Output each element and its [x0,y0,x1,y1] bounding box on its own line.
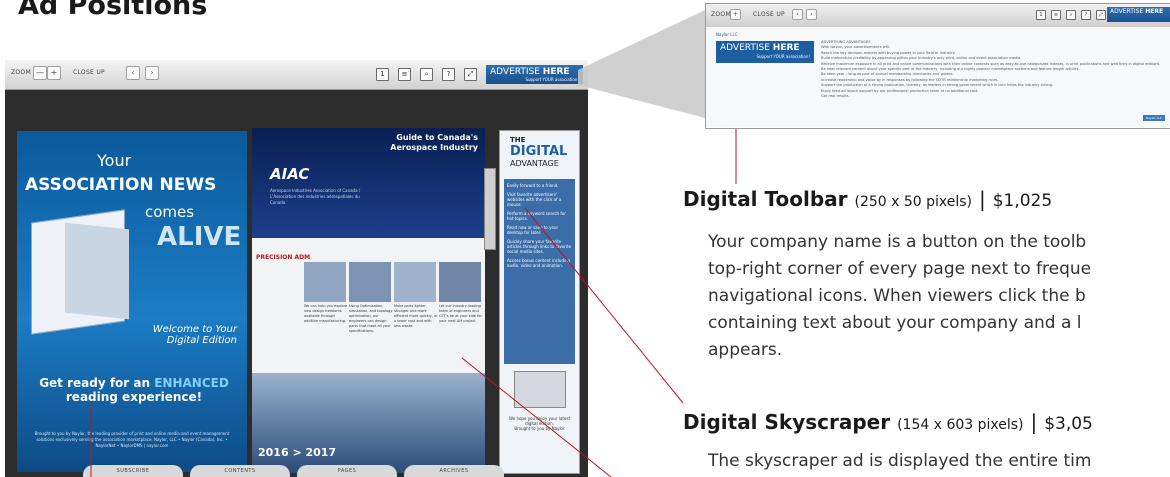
zoom-popup-text: ADVERTISING ADVANTAGES With Naylor, your… [821,40,1166,99]
zoom-inset-zoom-label: ZOOM [711,11,731,18]
zoom-inset-next[interactable]: › [806,9,817,20]
fullscreen-icon[interactable]: ⤢ [1096,10,1106,20]
zoom-inset-advertise-button[interactable]: ADVERTISE HERE [1107,7,1170,22]
zoom-toolbar: ZOOM + CLOSE UP ‹ › 1 ≡ ⌕ ? ⤢ ADVERTISE … [706,4,1170,28]
digital-skyscraper-description: The skyscraper ad is displayed the entir… [708,451,1092,471]
zoom-popup-body: Naylor LLC ADVERTISE HERE Support YOUR a… [706,27,1170,127]
toolbar-zoom-inset: ZOOM + CLOSE UP ‹ › 1 ≡ ⌕ ? ⤢ ADVERTISE … [705,3,1170,129]
page-pointer-line [461,357,612,477]
zoom-advertise-label: ADVERTISE HERE [720,43,800,53]
zoom-advertise-box: ADVERTISE HERE Support YOUR association! [716,41,814,63]
help-icon[interactable]: ? [1081,10,1091,20]
search-icon[interactable]: ⌕ [1066,10,1076,20]
zoom-popup-link[interactable]: Naylor LLC [1143,115,1165,121]
digital-toolbar-title: Digital Toolbar (250 x 50 pixels) | $1,0… [683,187,1053,211]
digital-skyscraper-title: Digital Skyscraper (154 x 603 pixels) | … [683,410,1093,434]
skyscraper-pointer-line [524,207,684,404]
zoom-inset-closeup[interactable]: CLOSE UP [753,11,785,18]
digital-toolbar-description: Your company name is a button on the too… [708,232,1092,360]
zoom-popup-header: Naylor LLC [716,32,738,37]
zoom-inset-plus[interactable]: + [730,9,741,20]
page-icon[interactable]: 1 [1036,10,1046,20]
zoom-advertise-sublabel: Support YOUR association! [756,54,810,59]
grid-icon[interactable]: ≡ [1051,10,1061,20]
zoom-text-line: Get real results. [821,94,850,99]
zoom-callout-wedge [578,10,705,118]
zoom-inset-prev[interactable]: ‹ [792,9,803,20]
